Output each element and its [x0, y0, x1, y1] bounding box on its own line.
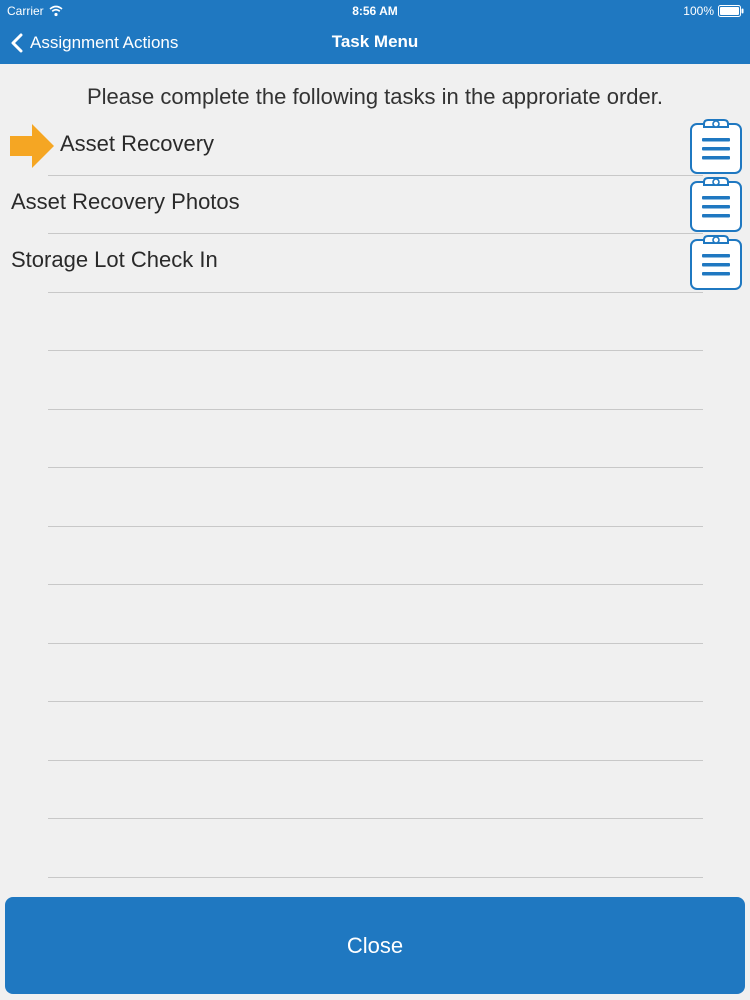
close-button[interactable]: Close	[5, 897, 745, 994]
task-row-asset-recovery-photos[interactable]: Asset Recovery Photos	[0, 175, 750, 233]
row-divider	[48, 701, 703, 702]
row-divider	[48, 760, 703, 761]
row-divider	[48, 818, 703, 819]
row-divider	[48, 643, 703, 644]
task-label: Asset Recovery	[60, 131, 215, 156]
task-row-asset-recovery[interactable]: Asset Recovery	[0, 117, 750, 175]
top-bar: Carrier 8:56 AM 100% Assignment Actions …	[0, 0, 750, 64]
row-divider	[48, 409, 703, 410]
clipboard-icon[interactable]	[690, 117, 742, 175]
current-task-arrow-icon	[10, 124, 54, 168]
clipboard-icon[interactable]	[690, 175, 742, 233]
status-bar: Carrier 8:56 AM 100%	[0, 0, 750, 22]
page-title: Task Menu	[331, 32, 419, 51]
instructions-text: Please complete the following tasks in t…	[87, 84, 663, 109]
row-divider	[48, 175, 703, 176]
task-list: Asset Recovery Asset Recovery Photos Sto…	[0, 117, 750, 291]
task-row-storage-lot-check-in[interactable]: Storage Lot Check In	[0, 233, 750, 291]
row-divider	[48, 877, 703, 878]
clipboard-icon[interactable]	[690, 233, 742, 291]
battery-percent: 100%	[683, 4, 714, 18]
status-time: 8:56 AM	[352, 4, 398, 18]
row-divider	[48, 292, 703, 293]
row-divider	[48, 526, 703, 527]
task-label: Asset Recovery Photos	[11, 189, 240, 214]
nav-bar: Assignment Actions Task Menu	[0, 22, 750, 64]
row-divider	[48, 233, 703, 234]
row-divider	[48, 584, 703, 585]
status-right: 100%	[683, 0, 744, 22]
task-label: Storage Lot Check In	[11, 247, 218, 272]
row-divider	[48, 350, 703, 351]
row-divider	[48, 467, 703, 468]
battery-icon	[718, 5, 744, 17]
